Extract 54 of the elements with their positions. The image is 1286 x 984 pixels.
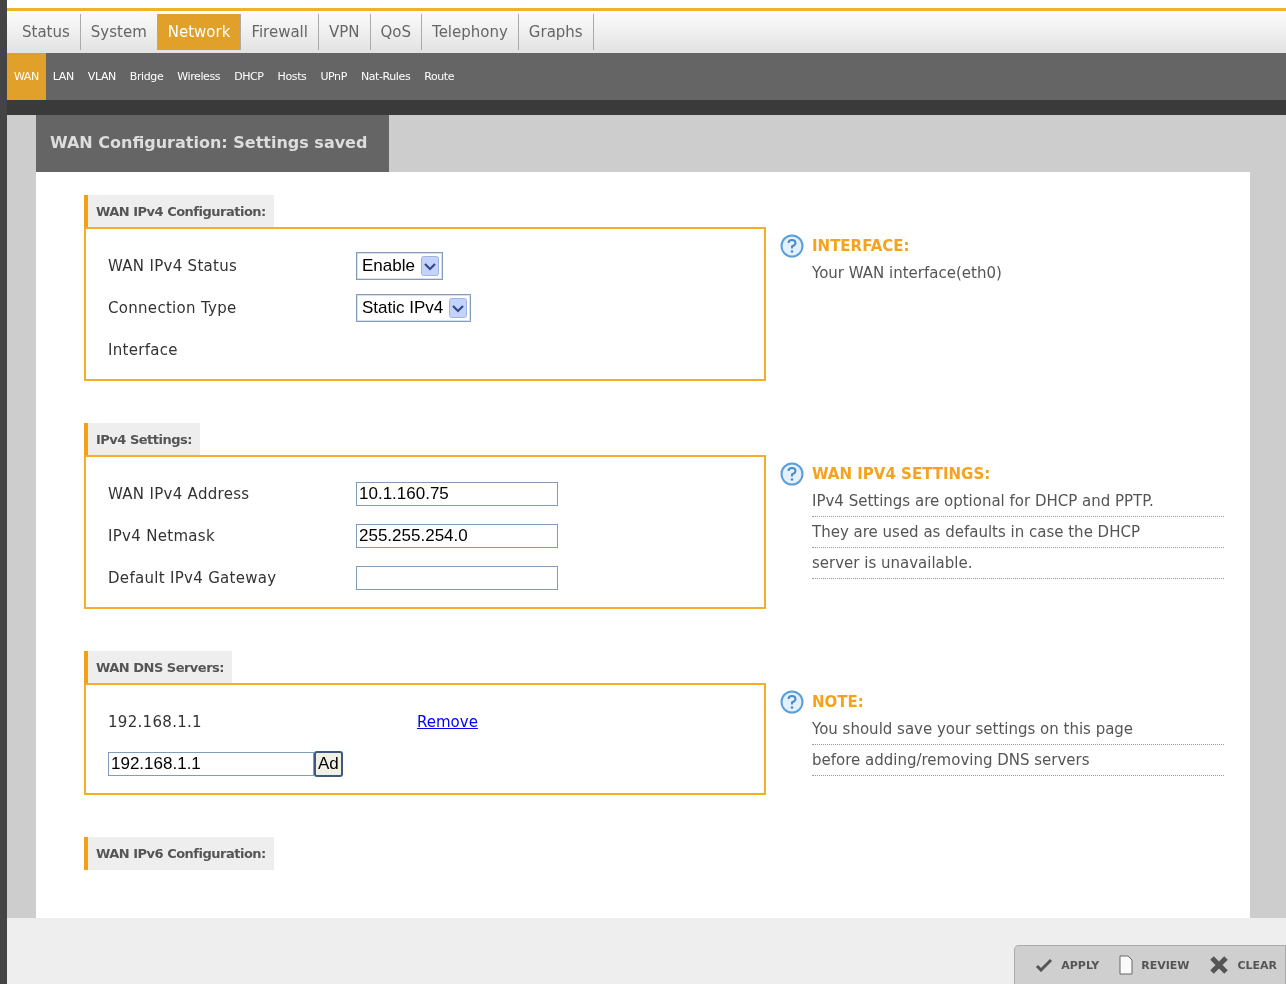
sub-nav-tab[interactable]: Nat-Rules — [353, 53, 418, 100]
add-button[interactable]: Ad — [314, 751, 343, 777]
field-label: Connection Type — [108, 299, 238, 317]
help-icon — [780, 690, 804, 714]
remove-link[interactable]: Remove — [417, 713, 478, 731]
action-button[interactable]: CLEAR — [1201, 955, 1285, 975]
help-title: WAN IPV4 SETTINGS: — [812, 465, 991, 483]
field-label: IPv4 Netmask — [108, 527, 216, 545]
help-text: IPv4 Settings are optional for DHCP and PPTP. — [812, 486, 1224, 517]
page-icon — [1119, 955, 1134, 975]
cross-icon — [1209, 955, 1230, 975]
help-text: They are used as defaults in case the DHCP — [812, 517, 1224, 548]
help-title: INTERFACE: — [812, 237, 910, 255]
dns-server-address: 192.168.1.1 — [108, 713, 203, 731]
action-button[interactable]: APPLY — [1027, 958, 1108, 972]
sub-nav-tab[interactable]: VLAN — [80, 53, 123, 100]
nav-tab[interactable]: Telephony — [422, 14, 519, 50]
section-heading: WAN DNS Servers: — [84, 651, 232, 684]
sub-nav-tab[interactable]: Hosts — [270, 53, 314, 100]
field-label: Default IPv4 Gateway — [108, 569, 278, 587]
sub-nav-tab[interactable]: DHCP — [227, 53, 271, 100]
nav-tab[interactable]: Graphs — [518, 14, 594, 50]
select-field[interactable]: Enable — [356, 252, 443, 280]
input-field[interactable]: 192.168.1.1 — [108, 752, 314, 776]
nav-tab[interactable]: VPN — [318, 14, 371, 50]
sub-nav-tab[interactable]: UPnP — [313, 53, 354, 100]
section-heading: WAN IPv4 Configuration: — [84, 195, 274, 228]
nav-tab[interactable]: Firewall — [241, 14, 319, 50]
input-field[interactable] — [356, 566, 558, 590]
section-heading: IPv4 Settings: — [84, 423, 200, 456]
field-label: Interface — [108, 341, 179, 359]
select-field[interactable]: Static IPv4 — [356, 294, 472, 322]
sub-nav-tab[interactable]: Route — [417, 53, 462, 100]
help-text: You should save your settings on this page — [812, 714, 1224, 745]
input-field[interactable]: 255.255.254.0 — [356, 524, 558, 548]
nav-tab[interactable]: Status — [12, 14, 81, 50]
help-title: NOTE: — [812, 693, 864, 711]
help-icon — [780, 234, 804, 258]
nav-tab[interactable]: System — [80, 14, 158, 50]
sub-nav-tab[interactable]: Bridge — [122, 53, 171, 100]
help-text: server is unavailable. — [812, 548, 1224, 579]
nav-tab[interactable]: QoS — [370, 14, 422, 50]
input-field[interactable]: 10.1.160.75 — [356, 482, 558, 506]
field-label: WAN IPv4 Status — [108, 257, 239, 275]
help-text: before adding/removing DNS servers — [812, 745, 1224, 776]
field-label: WAN IPv4 Address — [108, 485, 251, 503]
action-button[interactable]: REVIEW — [1111, 955, 1198, 975]
checkmark-icon — [1035, 958, 1054, 972]
help-text: Your WAN interface(eth0) — [812, 263, 1003, 284]
page-title: WAN Configuration: Settings saved — [36, 115, 389, 172]
section-heading: WAN IPv6 Configuration: — [84, 837, 274, 870]
help-icon — [780, 462, 804, 486]
sub-nav-tab[interactable]: Wireless — [170, 53, 228, 100]
sub-nav-tab[interactable]: LAN — [45, 53, 81, 100]
